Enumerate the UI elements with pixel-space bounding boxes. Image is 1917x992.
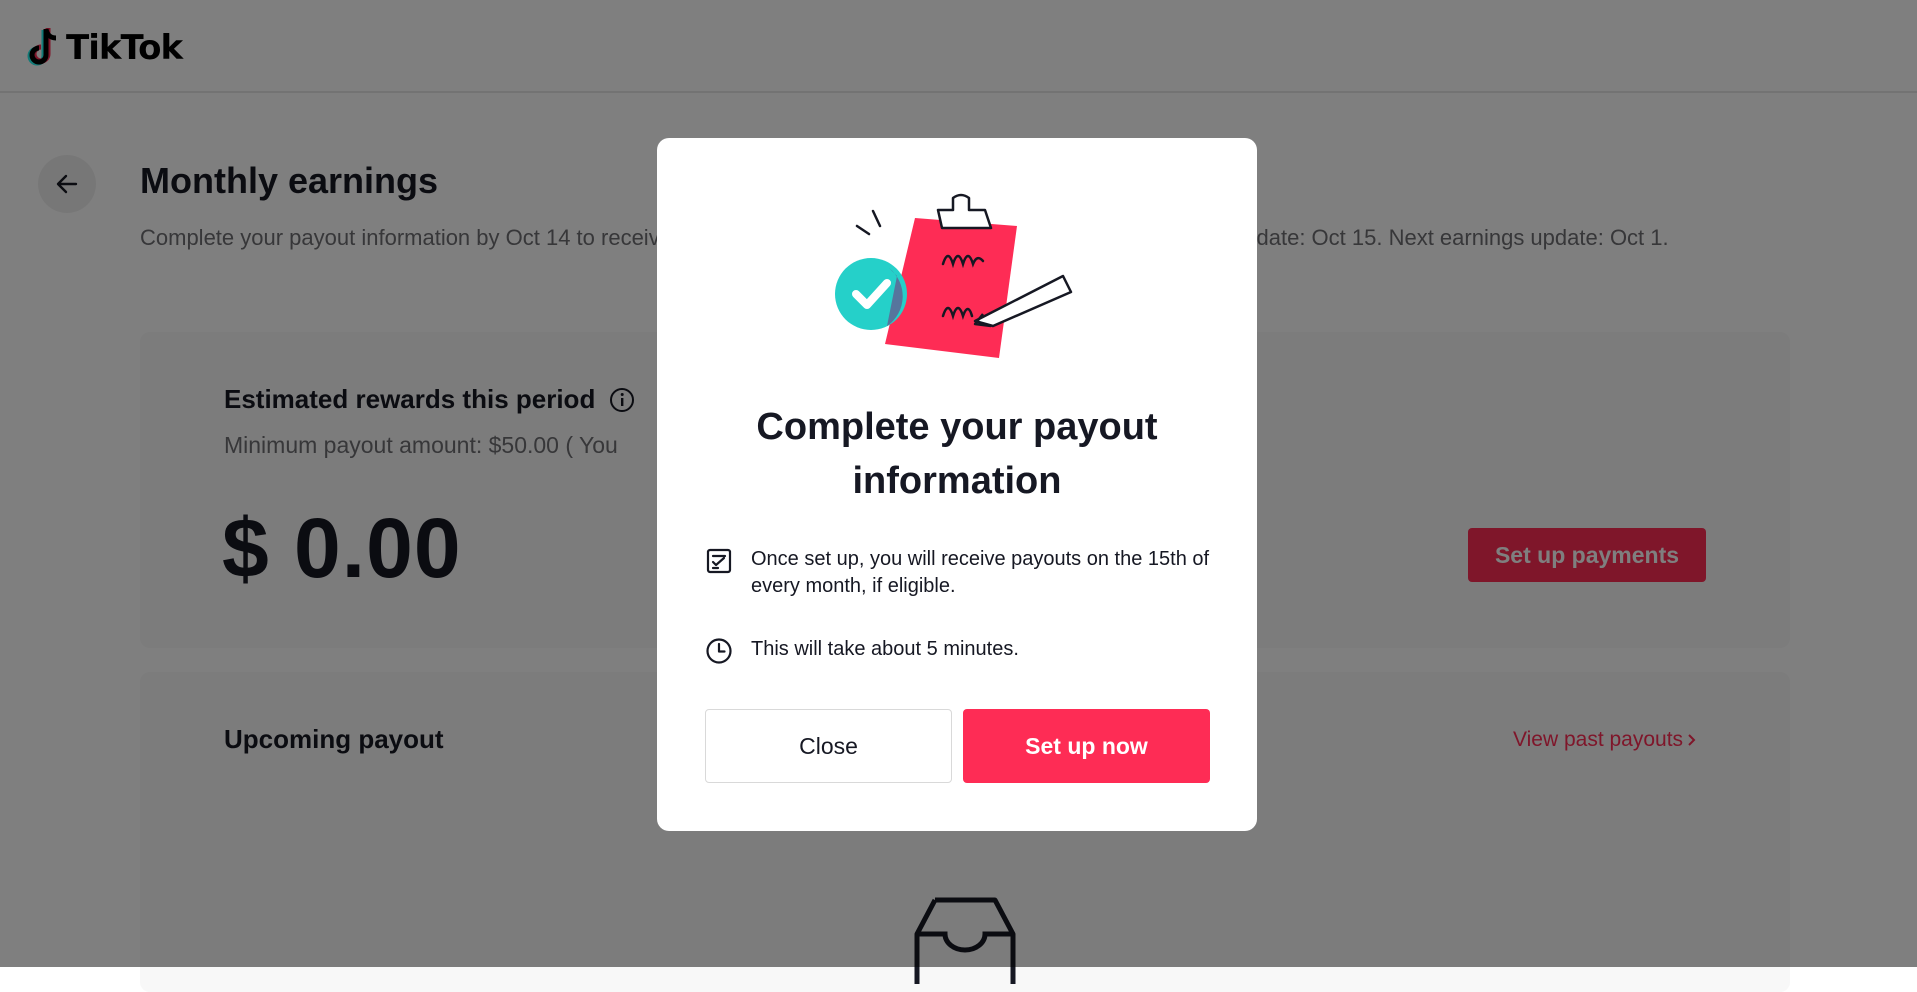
- info-row-duration: This will take about 5 minutes.: [705, 636, 1211, 665]
- clock-icon: [706, 638, 732, 664]
- clipboard-illustration: [835, 193, 1073, 358]
- payout-schedule-text: Once set up, you will receive payouts on…: [751, 548, 1210, 597]
- set-up-now-button[interactable]: Set up now: [963, 709, 1210, 783]
- info-row-payout-schedule: Once set up, you will receive payouts on…: [705, 546, 1211, 600]
- close-button[interactable]: Close: [705, 709, 952, 783]
- checklist-icon: [706, 548, 732, 574]
- payout-info-modal: Complete your payout information Once se…: [657, 138, 1257, 831]
- duration-text: This will take about 5 minutes.: [751, 638, 1019, 660]
- modal-title: Complete your payout information: [756, 406, 1158, 502]
